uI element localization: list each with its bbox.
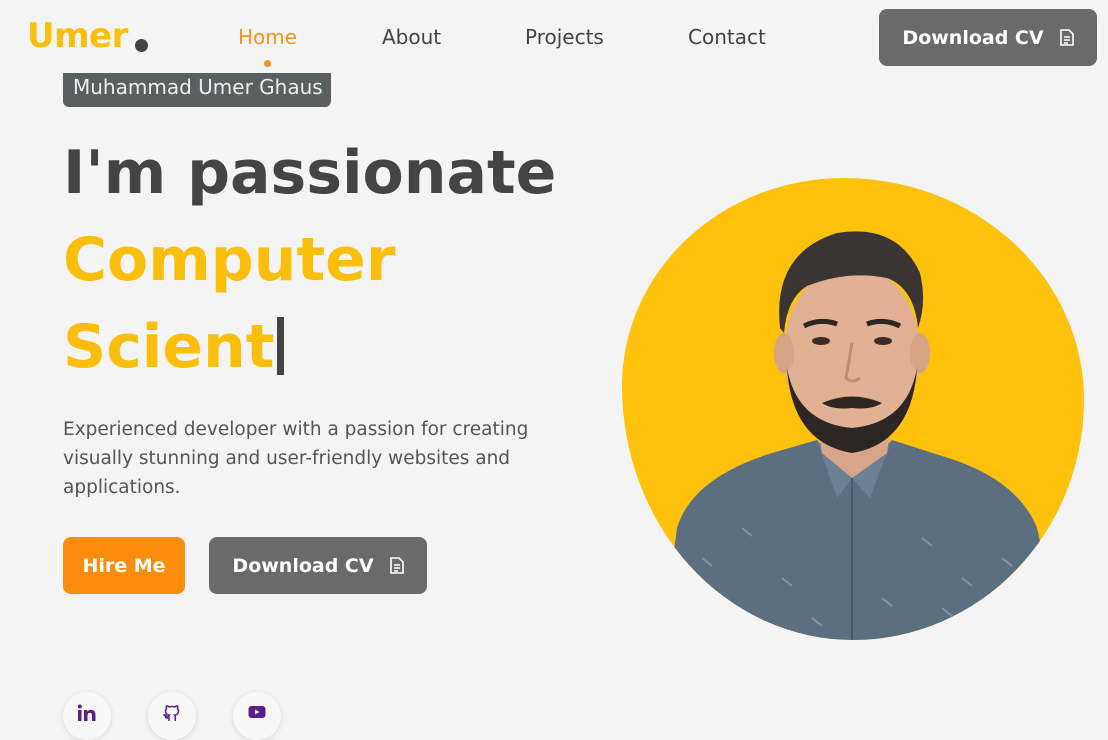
github-button[interactable] — [148, 692, 196, 740]
hero-description: Experienced developer with a passion for… — [63, 419, 529, 498]
download-cv-button[interactable]: Download CV — [209, 537, 427, 594]
youtube-icon — [248, 704, 266, 723]
portrait-illustration — [662, 231, 1062, 640]
typing-cursor — [277, 317, 285, 375]
github-icon — [162, 704, 181, 726]
header-download-cv-button[interactable]: Download CV — [879, 9, 1097, 66]
headline-line-1: I'm passionate — [63, 138, 557, 208]
linkedin-icon — [77, 704, 97, 726]
download-cv-label: Download CV — [232, 554, 374, 577]
document-icon — [389, 557, 404, 574]
nav-contact[interactable]: Contact — [688, 25, 766, 49]
hire-me-button[interactable]: Hire Me — [63, 537, 185, 594]
header-download-cv-label: Download CV — [902, 26, 1044, 49]
nav-projects[interactable]: Projects — [525, 25, 604, 49]
nav-about[interactable]: About — [382, 25, 441, 49]
profile-photo — [622, 178, 1084, 640]
name-badge-text: Muhammad Umer Ghaus — [73, 75, 323, 99]
document-icon — [1059, 29, 1074, 46]
logo-dot — [135, 39, 148, 52]
headline-line-2: Computer — [63, 225, 396, 295]
active-indicator — [264, 60, 271, 67]
name-badge: Muhammad Umer Ghaus — [63, 73, 331, 107]
headline-line-3: Scient — [63, 312, 285, 382]
linkedin-button[interactable] — [63, 692, 111, 740]
typing-text: Scient — [63, 312, 275, 382]
youtube-button[interactable] — [233, 692, 281, 740]
nav-home[interactable]: Home — [238, 25, 297, 49]
logo[interactable]: Umer — [27, 16, 128, 56]
